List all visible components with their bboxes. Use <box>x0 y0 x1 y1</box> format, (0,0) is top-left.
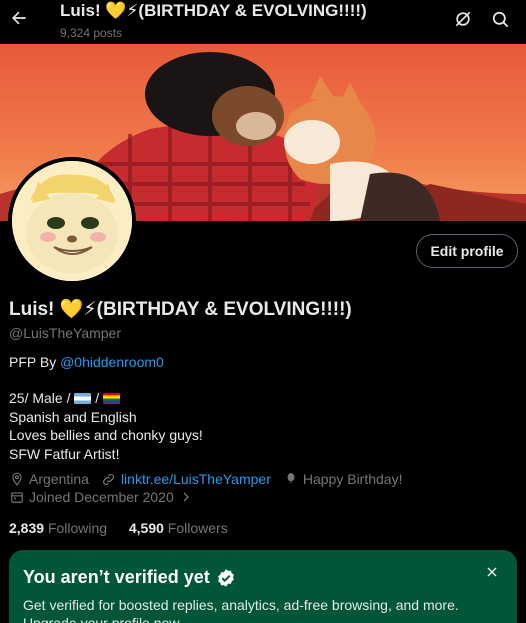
balloon-icon <box>283 471 299 487</box>
following-count: 2,839 <box>9 520 45 536</box>
search-button[interactable] <box>489 8 511 30</box>
pfp-credit-link[interactable]: @0hiddenroom0 <box>60 354 164 370</box>
profile-handle: @LuisTheYamper <box>9 325 121 341</box>
location-icon <box>9 471 25 487</box>
circle-slash-icon <box>455 11 471 27</box>
bio-line-4: SFW Fatfur Artist! <box>9 445 120 462</box>
profile-bio: 25/ Male / / Spanish and English Loves b… <box>9 389 203 463</box>
link-icon <box>101 471 117 487</box>
verified-badge-icon <box>217 568 234 587</box>
verification-card-title: You aren’t verified yet <box>23 567 236 588</box>
joined-row: Joined December 2020 <box>9 489 198 505</box>
profile-joined-date: Joined December 2020 <box>29 489 174 505</box>
back-button[interactable] <box>6 5 32 31</box>
rainbow-flag-icon <box>103 393 121 404</box>
header-title: Luis! 💛⚡(BIRTHDAY & EVOLVING!!!!) <box>60 1 367 20</box>
close-icon <box>487 567 497 577</box>
verification-card-text: Get verified for boosted replies, analyt… <box>23 597 459 623</box>
labs-button[interactable] <box>452 8 474 30</box>
avatar-image <box>12 161 132 281</box>
follow-stats: 2,839 Following 4,590 Followers <box>9 520 228 536</box>
followers-count: 4,590 <box>128 520 164 536</box>
chevron-right-icon[interactable] <box>178 489 194 505</box>
search-icon <box>492 11 508 27</box>
profile-avatar[interactable] <box>8 157 136 285</box>
bio-line-2: Spanish and English <box>9 408 137 425</box>
argentina-flag-icon <box>74 393 92 404</box>
profile-name: Luis! 💛⚡(BIRTHDAY & EVOLVING!!!!) <box>9 299 352 320</box>
profile-meta-row: Argentina linktr.ee/LuisTheYamper Happy … <box>9 471 402 487</box>
bio-separator: / <box>91 390 104 406</box>
pfp-credit-prefix: PFP By <box>9 354 61 370</box>
followers-link[interactable]: 4,590 Followers <box>129 520 228 536</box>
profile-birthday: Happy Birthday! <box>302 471 403 487</box>
calendar-icon <box>9 489 25 505</box>
pfp-credit: PFP By @0hiddenroom0 <box>9 354 164 370</box>
bio-line-1: 25/ Male / / <box>9 389 203 408</box>
following-label: Following <box>47 520 108 536</box>
posts-count: 9,324 posts <box>60 26 123 40</box>
verification-title-text: You aren’t verified yet <box>23 567 210 587</box>
profile-location: Argentina <box>29 471 89 487</box>
edit-profile-button[interactable]: Edit profile <box>416 234 518 268</box>
followers-label: Followers <box>167 520 228 536</box>
close-verification-button[interactable] <box>482 562 502 582</box>
top-bar: Luis! 💛⚡(BIRTHDAY & EVOLVING!!!!) 9,324 … <box>0 0 526 44</box>
verification-card[interactable]: You aren’t verified yet Get verified for… <box>9 550 517 623</box>
profile-website-link[interactable]: linktr.ee/LuisTheYamper <box>121 471 271 487</box>
following-link[interactable]: 2,839 Following <box>9 520 107 536</box>
bio-line-3: Loves bellies and chonky guys! <box>9 427 203 443</box>
bio-age-gender: 25/ Male / <box>9 390 75 406</box>
arrow-left-icon <box>12 11 26 25</box>
